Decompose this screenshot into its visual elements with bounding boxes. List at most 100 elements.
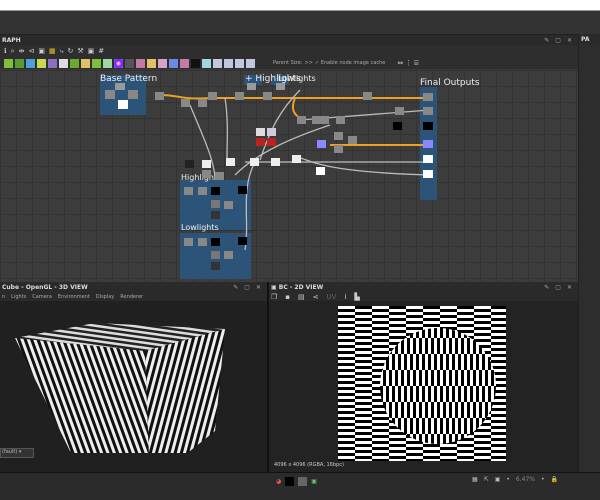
node-button[interactable] <box>81 58 90 68</box>
node-button[interactable] <box>59 58 68 68</box>
enable-cache-checkbox[interactable]: ✓ Enable node image cache <box>315 60 385 66</box>
zoom-out-icon[interactable]: • <box>506 476 510 483</box>
save-icon[interactable]: ▪ <box>285 293 290 301</box>
share-icon[interactable]: ⋖ <box>313 293 319 301</box>
close-icon[interactable]: ✕ <box>567 37 572 44</box>
zoom-in-icon[interactable]: • <box>541 476 545 483</box>
enable-cache-label: Enable node image cache <box>320 60 386 66</box>
graph-nodes <box>105 83 433 270</box>
more-button[interactable]: >> <box>305 60 313 66</box>
pin-icon[interactable]: ✎ <box>233 284 238 291</box>
align-icon[interactable]: ⇹ <box>19 47 25 55</box>
export-icon[interactable]: ▤ <box>298 293 305 301</box>
histogram-icon[interactable]: ▙ <box>354 293 359 301</box>
graph-canvas[interactable]: Base Pattern + Highlights Lowlights Fina… <box>0 70 578 282</box>
grid-icon[interactable]: ▦ <box>49 47 56 55</box>
info-icon[interactable]: i <box>344 293 346 301</box>
maximize-icon[interactable]: ▢ <box>244 284 250 291</box>
color-icon[interactable]: ▣ <box>311 478 317 485</box>
node-button[interactable] <box>103 58 112 68</box>
node-button[interactable] <box>48 58 57 68</box>
pin-icon[interactable]: ✎ <box>544 37 549 44</box>
node-button[interactable] <box>169 58 178 68</box>
wrench-icon[interactable]: ⚒ <box>77 47 83 55</box>
node-button[interactable] <box>180 58 189 68</box>
pin-icon[interactable]: ✎ <box>544 284 549 291</box>
node-button[interactable] <box>213 58 222 68</box>
black-bg-button[interactable] <box>285 477 295 486</box>
refresh-icon[interactable]: ↻ <box>68 47 74 55</box>
image-icon[interactable]: ▣ <box>88 47 95 55</box>
circle-pattern <box>380 328 496 444</box>
tree-icon[interactable]: ⌸ <box>414 59 418 68</box>
menu-renderer[interactable]: Renderer <box>120 294 143 300</box>
2d-view-panel[interactable]: ▣ BC - 2D VIEW ✎ ▢ ✕ ❐ ▪ ▤ ⋖ UV i ▙ 4096 x 4096 … <box>267 282 578 472</box>
node-button[interactable] <box>224 58 233 68</box>
pin-icon[interactable]: ⋮ <box>405 59 412 67</box>
menu-display[interactable]: Display <box>96 294 114 300</box>
grid-icon[interactable]: ▦ <box>472 476 478 483</box>
uv-icon[interactable]: UV <box>327 293 337 301</box>
menu-camera[interactable]: Camera <box>32 294 52 300</box>
node-button[interactable] <box>246 58 255 68</box>
maximize-icon[interactable]: ▢ <box>555 37 561 44</box>
node-toolbar: Parent Size: >> ✓ Enable node image cach… <box>0 57 578 69</box>
parameters-title: PA <box>581 35 590 43</box>
node-button[interactable] <box>191 58 200 68</box>
zoom-level[interactable]: 6.47% <box>516 476 535 483</box>
3d-view-title: Cube - OpenGL - 3D VIEW <box>2 283 88 291</box>
close-icon[interactable]: ✕ <box>256 284 261 291</box>
frame-label-lowlights-top: Lowlights <box>278 74 316 83</box>
status-bar: ◕ ▣ ▦ ⇱ ▣ • 6.47% • 🔒 <box>0 472 600 500</box>
2d-view-icon: ▣ <box>271 283 279 291</box>
node-graph[interactable]: Base Pattern + Highlights Lowlights Fina… <box>0 70 578 282</box>
link-icon[interactable]: ⇔ <box>397 59 403 67</box>
shader-dropdown[interactable]: (fault) ▾ <box>0 448 34 458</box>
node-button[interactable] <box>235 58 244 68</box>
node-curve-button[interactable] <box>4 58 13 68</box>
parent-size-label: Parent Size: <box>273 60 303 66</box>
node-button[interactable] <box>202 58 211 68</box>
node-button[interactable] <box>125 58 134 68</box>
lock-icon[interactable]: 🔒 <box>551 476 558 483</box>
channels-icon[interactable]: ◕ <box>276 478 281 485</box>
hash-icon[interactable]: # <box>98 47 104 55</box>
path-icon[interactable]: ⤷ <box>60 47 64 56</box>
graph-toolbar: ℹ ⌕ ⇹ ⊲ ▣ ▦ ⤷ ↻ ⚒ ▣ # <box>0 45 578 57</box>
menu-scene[interactable]: n <box>2 294 5 300</box>
node-button[interactable] <box>26 58 35 68</box>
tile-icon[interactable]: ⇱ <box>484 476 489 483</box>
frame-label-base: Base Pattern <box>100 74 157 84</box>
node-button[interactable] <box>37 58 46 68</box>
node-button[interactable] <box>114 58 123 68</box>
node-button[interactable] <box>92 58 101 68</box>
node-button[interactable] <box>136 58 145 68</box>
image-info: 4096 x 4096 (RGBA, 16bpc) <box>274 462 344 468</box>
3d-viewport[interactable] <box>0 301 267 483</box>
share-icon[interactable]: ⊲ <box>28 47 34 55</box>
cube-left-face <box>15 338 150 483</box>
node-button[interactable] <box>15 58 24 68</box>
info-icon[interactable]: ℹ <box>4 47 7 55</box>
texture-preview[interactable] <box>338 306 506 461</box>
frame-label-lowlights: Lowlights <box>181 223 219 232</box>
graph-panel-title: RAPH <box>2 36 21 44</box>
menu-lights[interactable]: Lights <box>11 294 26 300</box>
search-icon[interactable]: ⌕ <box>11 47 15 56</box>
close-icon[interactable]: ✕ <box>567 284 572 291</box>
gray-bg-button[interactable] <box>298 477 308 486</box>
parameters-panel: PA <box>578 34 600 472</box>
graph-panel-header: RAPH ✎ ▢ ✕ <box>0 35 578 45</box>
shader-dropdown-value: (fault) <box>2 449 18 455</box>
copy-icon[interactable]: ❐ <box>271 293 277 301</box>
2d-view-title: BC - 2D VIEW <box>278 283 324 291</box>
fit-icon[interactable]: ▣ <box>495 476 501 483</box>
node-button[interactable] <box>147 58 156 68</box>
frame-icon[interactable]: ▣ <box>38 47 45 55</box>
app-title-bar <box>0 10 600 34</box>
3d-view-panel[interactable]: Cube - OpenGL - 3D VIEW ✎ ▢ ✕ n Lights Cam… <box>0 282 267 483</box>
node-button[interactable] <box>158 58 167 68</box>
node-button[interactable] <box>70 58 79 68</box>
maximize-icon[interactable]: ▢ <box>555 284 561 291</box>
menu-environment[interactable]: Environment <box>58 294 90 300</box>
